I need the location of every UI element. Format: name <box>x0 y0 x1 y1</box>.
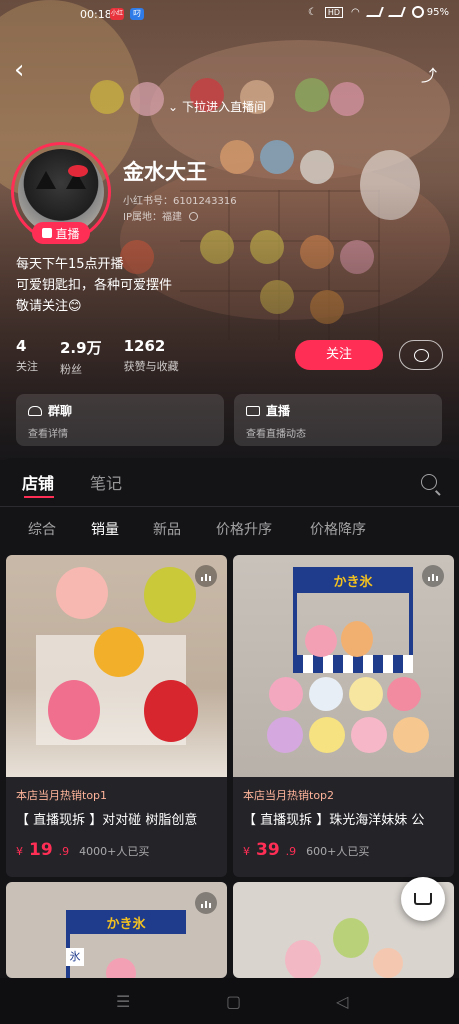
bio-line: 每天下午15点开播 <box>16 257 124 272</box>
system-nav-bar: ☰ ▢ ◁ <box>0 978 459 1024</box>
tab-shop[interactable]: 店铺 <box>22 470 54 494</box>
hd-icon: HD <box>324 6 344 18</box>
price: 39 <box>256 840 280 860</box>
signal-icon-2 <box>387 7 406 17</box>
price-decimal: .9 <box>285 845 297 858</box>
stat-label: 粉丝 <box>60 363 82 376</box>
share-icon[interactable]: ⤴ <box>421 62 443 85</box>
price: 19 <box>29 840 53 860</box>
product-title: 【 直播现拆 】珠光海洋妹妹 公 <box>243 813 425 828</box>
active-tab-indicator <box>24 496 54 498</box>
info-icon[interactable] <box>189 212 199 221</box>
sort-price-asc[interactable]: 价格升序 <box>216 519 272 539</box>
stat-label: 获赞与收藏 <box>123 360 179 373</box>
sold-count: 600+人已买 <box>306 845 370 858</box>
stat-following[interactable]: 4 关注 <box>16 337 38 377</box>
product-title: 【 直播现拆 】对对碰 树脂创意 <box>16 813 198 828</box>
profile-name: 金水大王 <box>123 160 207 184</box>
app-notification-icon-2: 叼 <box>130 8 144 20</box>
profile-meta: 小红书号：6101243316 IP属地：福建 <box>123 194 237 226</box>
status-time: 00:18 <box>80 8 112 21</box>
pull-hint-text: 下拉进入直播间 <box>182 100 267 114</box>
live-badge-label: 直播 <box>55 226 80 241</box>
sort-comprehensive[interactable]: 综合 <box>28 519 56 539</box>
profile-bio: 每天下午15点开播 可爱钥匙扣，各种可爱摆件 敬请关注😊 <box>16 254 172 317</box>
stand-sign: かき氷 <box>66 910 186 934</box>
card-title: 群聊 <box>48 404 73 418</box>
live-icon <box>42 228 53 238</box>
profile-stats: 4 关注 2.9万 粉丝 1262 获赞与收藏 <box>16 337 179 377</box>
bio-line: 敬请关注😊 <box>16 299 82 314</box>
stat-value: 4 <box>16 337 27 355</box>
status-bar: 00:18 小红 叼 ☾ HD ◠ 95% <box>0 0 459 30</box>
home-icon[interactable]: ▢ <box>226 992 241 1011</box>
stat-followers[interactable]: 2.9万 粉丝 <box>60 337 102 377</box>
currency: ¥ <box>16 845 23 858</box>
sort-price-desc[interactable]: 价格降序 <box>310 519 366 539</box>
card-subtitle: 查看详情 <box>28 429 68 440</box>
back-icon[interactable]: ◁ <box>336 992 348 1011</box>
moon-icon: ☾ <box>307 6 317 18</box>
menu-icon[interactable]: ☰ <box>116 992 130 1011</box>
stats-icon <box>195 892 217 914</box>
wifi-icon: ◠ <box>351 6 360 18</box>
battery-icon <box>411 6 424 18</box>
price-row: ¥39 .9 600+人已买 <box>233 828 454 860</box>
sold-count: 4000+人已买 <box>79 845 150 858</box>
price-decimal: .9 <box>58 845 70 858</box>
stat-value: 2.9万 <box>60 339 102 357</box>
live-badge[interactable]: 直播 <box>32 222 90 244</box>
camera-icon <box>246 405 260 416</box>
card-title: 直播 <box>266 404 291 418</box>
stat-label: 关注 <box>16 360 38 373</box>
stat-likes[interactable]: 1262 获赞与收藏 <box>124 337 179 377</box>
product-image <box>6 555 227 777</box>
follow-button[interactable]: 关注 <box>295 340 383 370</box>
app-notification-icon: 小红 <box>110 8 124 20</box>
product-card[interactable]: 本店当月热销top1 【 直播现拆 】对对碰 树脂创意 ¥19 .9 4000+人… <box>6 555 227 877</box>
battery-level: 95% <box>426 6 449 18</box>
product-card[interactable]: かき氷 氷 <box>6 882 227 978</box>
product-rank: 本店当月热销top1 <box>16 789 108 802</box>
stand-sign: かき氷 <box>293 567 413 593</box>
divider <box>0 506 459 507</box>
stats-icon <box>422 565 444 587</box>
stat-value: 1262 <box>123 337 166 355</box>
group-chat-card[interactable]: 群聊 查看详情 <box>16 394 224 446</box>
card-subtitle: 查看直播动态 <box>246 429 306 440</box>
sort-new[interactable]: 新品 <box>153 519 181 539</box>
chevron-down-icon: ⌄ <box>168 99 179 114</box>
message-button[interactable] <box>399 340 443 370</box>
cart-icon <box>414 893 432 905</box>
currency: ¥ <box>243 845 250 858</box>
product-image: かき氷 氷 <box>6 882 227 978</box>
back-chevron-icon[interactable]: ‹ <box>14 57 34 84</box>
stand-sign-small: 氷 <box>66 948 84 966</box>
stats-icon <box>195 565 217 587</box>
ip-location: IP属地：福建 <box>123 210 237 226</box>
signal-icon <box>365 7 384 17</box>
pull-down-hint[interactable]: ⌄ 下拉进入直播间 <box>168 98 266 115</box>
tab-bar: 店铺 笔记 <box>0 470 459 500</box>
price-row: ¥19 .9 4000+人已买 <box>6 828 227 860</box>
tab-notes[interactable]: 笔记 <box>90 470 122 494</box>
chat-icon <box>413 348 429 362</box>
search-icon[interactable] <box>421 474 437 490</box>
group-icon <box>28 405 42 416</box>
live-card[interactable]: 直播 查看直播动态 <box>234 394 442 446</box>
product-image: かき氷 <box>233 555 454 777</box>
bio-line: 可爱钥匙扣，各种可爱摆件 <box>16 278 173 293</box>
product-card[interactable]: かき氷 本店当月热销top2 【 直播现拆 】珠光海洋妹妹 公 ¥39 .9 60… <box>233 555 454 877</box>
battery-indicator: 95% <box>411 6 449 18</box>
redbook-id: 小红书号：6101243316 <box>123 196 237 207</box>
cart-button[interactable] <box>401 877 445 921</box>
product-rank: 本店当月热销top2 <box>243 789 335 802</box>
sort-sales[interactable]: 销量 <box>91 519 119 539</box>
